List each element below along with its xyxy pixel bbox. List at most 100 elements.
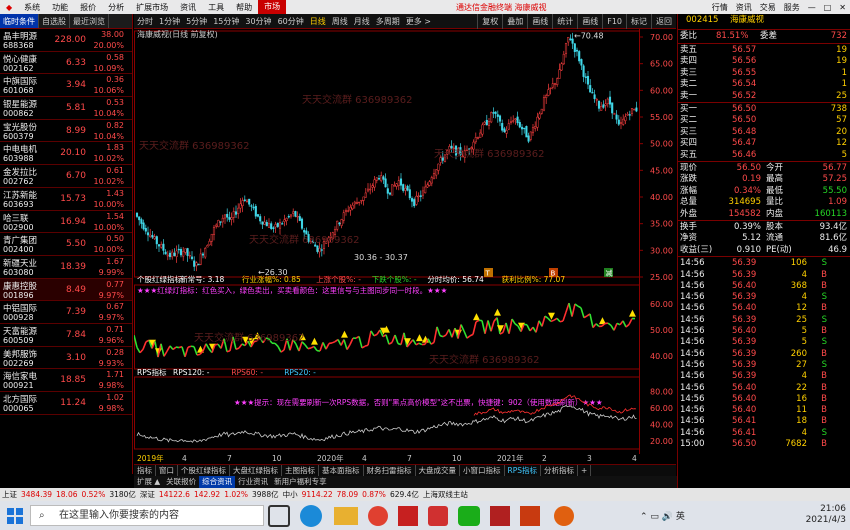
kline-chart-area[interactable]: 海康威视(日线 前复权) 70.00 65.00 60.00 55.00 50.00 45.…	[134, 29, 676, 464]
stock-row[interactable]: 宝光股份 600379 8.99 0.82 10.04%	[0, 120, 132, 143]
tick-time: 14:56	[680, 427, 705, 438]
info-tab-0[interactable]: 扩展 ▲	[134, 476, 163, 488]
indicator-tab-2[interactable]: 个股红绿指标	[178, 465, 230, 476]
tick-direction: B	[821, 393, 827, 404]
top-right-item-3[interactable]: 服务	[780, 2, 804, 13]
menu-item-2[interactable]: 报价	[74, 2, 102, 13]
menu-item-1[interactable]: 功能	[46, 2, 74, 13]
bid-row: 买四 56.47 12	[680, 138, 849, 149]
top-right-item-0[interactable]: 行情	[708, 2, 732, 13]
price-axis-label: 50.00	[650, 140, 673, 149]
period-7[interactable]: 周线	[329, 16, 351, 27]
stock-row[interactable]: 中铝国际 000928 7.39 0.67 9.97%	[0, 301, 132, 324]
stock-row[interactable]: 康惠控股 001896 8.49 0.77 9.97%	[0, 278, 132, 302]
minimize-icon[interactable]: —	[804, 3, 820, 12]
period-8[interactable]: 月线	[351, 16, 373, 27]
taskbar-clock[interactable]: 21:06 2021/4/3	[806, 504, 846, 526]
indicator-tab-10[interactable]: 分析指标	[541, 465, 578, 476]
stock-row[interactable]: 江苏新能 603693 15.73 1.43 10.00%	[0, 188, 132, 211]
menu-item-4[interactable]: 扩展市场	[130, 2, 174, 13]
period-9[interactable]: 多周期	[373, 16, 403, 27]
stock-row[interactable]: 海信家电 000921 18.85 1.71 9.98%	[0, 369, 132, 392]
menu-item-5[interactable]: 资讯	[174, 2, 202, 13]
maximize-icon[interactable]: □	[820, 3, 836, 12]
edge-browser-icon[interactable]	[300, 505, 322, 527]
browser-app-icon[interactable]	[368, 506, 388, 526]
stock-row[interactable]: 金发拉比 002762 6.70 0.61 10.02%	[0, 165, 132, 188]
indicator-tab-11[interactable]: +	[578, 465, 592, 476]
indicator-tab-3[interactable]: 大盘红绿指标	[230, 465, 282, 476]
wechat-icon[interactable]	[458, 506, 480, 526]
tray-app-icon[interactable]	[554, 506, 574, 526]
stock-row[interactable]: 美邦服饰 002269 3.10 0.28 9.93%	[0, 347, 132, 370]
period-1[interactable]: 1分钟	[156, 16, 183, 27]
candle-body	[380, 175, 383, 182]
menu-item-market[interactable]: 市场	[258, 0, 287, 14]
chart-tool-1[interactable]: 叠加	[502, 14, 527, 29]
task-view-icon[interactable]	[268, 505, 290, 527]
period-5[interactable]: 60分钟	[275, 16, 307, 27]
stock-row[interactable]: 悦心健康 002162 6.33 0.58 10.09%	[0, 52, 132, 75]
stock-row[interactable]: 青广集团 002400 5.50 0.50 10.00%	[0, 233, 132, 256]
indicator-tab-4[interactable]: 主图指标	[282, 465, 319, 476]
indicator-tab-0[interactable]: 指标	[134, 465, 156, 476]
stock-row[interactable]: 中旗国际 601068 3.94 0.36 10.06%	[0, 74, 132, 98]
candle-body	[245, 200, 249, 203]
candle-body	[393, 185, 396, 187]
period-2[interactable]: 5分钟	[183, 16, 210, 27]
menu-item-7[interactable]: 帮助	[230, 2, 258, 13]
indicator-tab-6[interactable]: 财务扫雷指标	[364, 465, 416, 476]
indicator-tab-9[interactable]: RPS指标	[505, 465, 541, 476]
menu-item-0[interactable]: 系统	[18, 2, 46, 13]
office-app-icon[interactable]	[520, 506, 540, 526]
list-tab-0[interactable]: 临时条件	[0, 14, 39, 28]
status-item-13: 0.87%	[362, 490, 386, 499]
stock-row[interactable]: 北方国际 000065 11.24 1.02 9.98%	[0, 392, 132, 415]
info-tab-3[interactable]: 行业资讯	[235, 476, 271, 488]
taskbar-search-input[interactable]: ⌕ 在这里输入你要搜索的内容	[30, 505, 264, 526]
period-3[interactable]: 15分钟	[210, 16, 242, 27]
stock-row[interactable]: 天富能源 600509 7.84 0.71 9.96%	[0, 324, 132, 347]
indicator-tab-7[interactable]: 大盘成交量	[416, 465, 460, 476]
list-tab-2[interactable]: 最近浏览	[70, 14, 109, 28]
media-app-icon[interactable]	[428, 506, 448, 526]
list-tab-1[interactable]: 自选股	[39, 14, 70, 28]
menu-item-3[interactable]: 分析	[102, 2, 130, 13]
period-10[interactable]: 更多 >	[403, 16, 434, 27]
chart-tool-6[interactable]: 标记	[626, 14, 651, 29]
stock-row[interactable]: 新疆天业 603080 18.39 1.67 9.99%	[0, 256, 132, 279]
menu-item-6[interactable]: 工具	[202, 2, 230, 13]
period-4[interactable]: 30分钟	[242, 16, 274, 27]
tick-time: 14:56	[680, 405, 705, 416]
chart-tool-4[interactable]: 画线	[577, 14, 602, 29]
stat2-label: 收益(三)	[680, 244, 713, 255]
chart-tool-2[interactable]: 画线	[527, 14, 552, 29]
indicator-tab-1[interactable]: 窗口	[156, 465, 178, 476]
info-tab-4[interactable]: 新用户福利专享	[271, 476, 330, 488]
close-icon[interactable]: ✕	[835, 3, 850, 12]
top-right-item-1[interactable]: 资讯	[732, 2, 756, 13]
stock-row[interactable]: 中电电机 603988 20.10 1.83 10.02%	[0, 142, 132, 166]
top-right-item-2[interactable]: 交易	[756, 2, 780, 13]
indicator-tab-5[interactable]: 基本面指标	[319, 465, 364, 476]
tdx-app-icon[interactable]	[398, 506, 418, 526]
file-explorer-icon[interactable]	[334, 507, 358, 525]
chart-tool-3[interactable]: 统计	[552, 14, 577, 29]
chart-tool-0[interactable]: 复权	[477, 14, 502, 29]
stock-row[interactable]: 银星能源 000862 5.81 0.53 10.04%	[0, 97, 132, 120]
candle-body	[520, 126, 524, 130]
tick-row: 14:56 56.41 18 B	[680, 416, 849, 427]
info-tab-1[interactable]: 关联报价	[163, 476, 199, 488]
stock-row[interactable]: 哈三联 002900 16.94 1.54 10.00%	[0, 211, 132, 234]
period-6[interactable]: 日线	[307, 16, 329, 27]
chart-tool-7[interactable]: 返回	[651, 14, 676, 29]
system-tray-icons[interactable]: ⌃ ▭ 🔊 英	[640, 509, 685, 522]
stock-app-icon[interactable]	[490, 506, 510, 526]
status-item-12: 78.09	[336, 490, 359, 499]
chart-tool-5[interactable]: F10	[602, 14, 626, 29]
indicator-tab-8[interactable]: 小窗口指标	[460, 465, 505, 476]
windows-start-icon[interactable]	[4, 505, 26, 527]
stock-row[interactable]: 晶丰明源 688368 228.00 38.00 20.00%	[0, 29, 132, 52]
period-0[interactable]: 分时	[134, 16, 156, 27]
info-tab-2[interactable]: 综合资讯	[199, 476, 236, 488]
